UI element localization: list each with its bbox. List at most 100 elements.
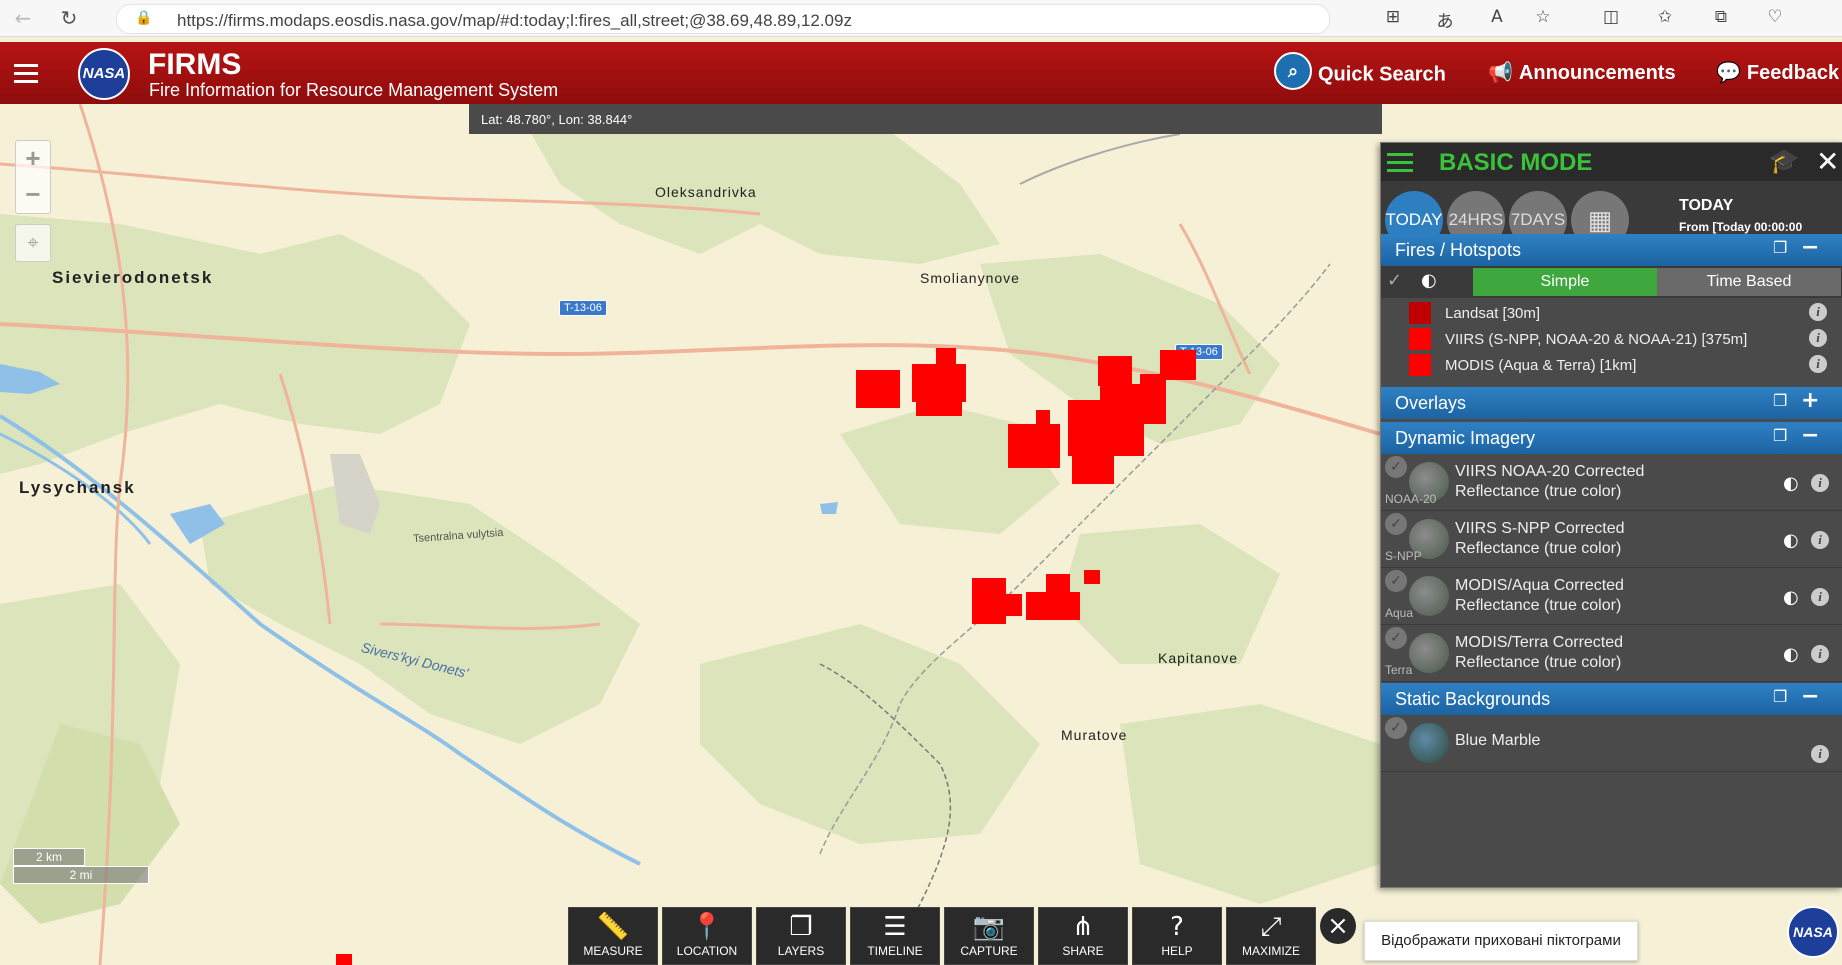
fire-hotspot[interactable]: [1002, 594, 1022, 616]
fire-hotspot[interactable]: [1098, 356, 1132, 386]
checkmark-icon[interactable]: ✓: [1385, 570, 1407, 592]
measure-button[interactable]: 📏 MEASURE: [568, 907, 658, 965]
quick-search-button[interactable]: ⌕ Quick Search: [1274, 52, 1446, 90]
zoom-out-button[interactable]: −: [16, 177, 50, 213]
expand-icon[interactable]: +: [1801, 388, 1819, 413]
mode-time-based-tab[interactable]: Time Based: [1657, 268, 1841, 296]
browser-essentials-icon[interactable]: ♡: [1762, 7, 1788, 29]
section-fires-hotspots[interactable]: Fires / Hotspots ❐ −: [1381, 234, 1842, 266]
fire-layer-item[interactable]: MODIS (Aqua & Terra) [1km] i: [1381, 352, 1842, 378]
imagery-layer-item[interactable]: ✓ NOAA-20 VIIRS NOAA-20 Corrected Reflec…: [1381, 454, 1842, 511]
fire-hotspot[interactable]: [336, 954, 352, 965]
contrast-icon[interactable]: ◐: [1783, 473, 1799, 494]
quick-search-label: Quick Search: [1318, 63, 1446, 86]
copy-icon[interactable]: ❐: [1773, 238, 1787, 257]
imagery-layer-item[interactable]: ✓ S-NPP VIIRS S-NPP Corrected Reflectanc…: [1381, 511, 1842, 568]
announcements-button[interactable]: 📢 Announcements: [1488, 60, 1676, 85]
favorites-icon[interactable]: ✩: [1652, 7, 1678, 29]
contrast-icon[interactable]: ◐: [1421, 270, 1437, 291]
collapse-icon[interactable]: −: [1801, 235, 1819, 260]
info-icon[interactable]: i: [1811, 531, 1829, 549]
feedback-button[interactable]: 💬 Feedback: [1716, 60, 1839, 85]
panel-menu-icon[interactable]: [1387, 153, 1413, 177]
apps-icon[interactable]: ⊞: [1380, 7, 1406, 29]
info-icon[interactable]: i: [1811, 645, 1829, 663]
close-icon[interactable]: ✕: [1816, 145, 1839, 178]
scale-km: 2 km: [13, 848, 85, 866]
location-button[interactable]: 📍 LOCATION: [662, 907, 752, 965]
mode-simple-tab[interactable]: Simple: [1473, 268, 1657, 296]
info-icon[interactable]: i: [1811, 588, 1829, 606]
time-range-title: TODAY: [1679, 197, 1734, 214]
menu-icon[interactable]: [14, 64, 38, 88]
checkmark-icon[interactable]: ✓: [1387, 270, 1413, 294]
info-icon[interactable]: i: [1809, 303, 1827, 321]
fire-layer-item[interactable]: VIIRS (S-NPP, NOAA-20 & NOAA-21) [375m] …: [1381, 326, 1842, 352]
tool-label: MAXIMIZE: [1241, 944, 1300, 958]
fire-hotspot[interactable]: [1036, 410, 1050, 428]
nasa-logo-small[interactable]: NASA: [1787, 906, 1839, 958]
fire-hotspot[interactable]: [936, 348, 956, 368]
read-aloud-icon[interactable]: A: [1484, 7, 1510, 29]
info-icon[interactable]: i: [1809, 355, 1827, 373]
background-layer-item[interactable]: ✓ Blue Marble i: [1381, 715, 1842, 772]
app-title: FIRMS: [148, 48, 242, 81]
split-screen-icon[interactable]: ◫: [1598, 7, 1624, 29]
layers-button[interactable]: ❐ LAYERS: [756, 907, 846, 965]
contrast-icon[interactable]: ◐: [1783, 644, 1799, 665]
translate-icon[interactable]: あ: [1432, 7, 1458, 32]
lock-icon[interactable]: 🔒: [135, 10, 152, 26]
nasa-logo[interactable]: NASA: [78, 48, 130, 100]
checkmark-icon[interactable]: ✓: [1385, 717, 1407, 739]
checkmark-icon[interactable]: ✓: [1385, 627, 1407, 649]
fire-layer-label: MODIS (Aqua & Terra) [1km]: [1445, 357, 1637, 374]
contrast-icon[interactable]: ◐: [1783, 530, 1799, 551]
contrast-icon[interactable]: ◐: [1783, 587, 1799, 608]
info-icon[interactable]: i: [1809, 329, 1827, 347]
timeline-button[interactable]: ☰ TIMELINE: [850, 907, 940, 965]
help-button[interactable]: ? HELP: [1132, 907, 1222, 965]
fire-hotspot[interactable]: [1008, 424, 1060, 468]
graduation-cap-icon[interactable]: 🎓: [1769, 147, 1799, 175]
info-icon[interactable]: i: [1811, 474, 1829, 492]
fire-hotspot[interactable]: [1160, 350, 1196, 380]
fire-hotspot[interactable]: [972, 578, 1006, 624]
fire-hotspot[interactable]: [1122, 422, 1144, 448]
reload-icon[interactable]: ↻: [56, 5, 82, 31]
checkmark-icon[interactable]: ✓: [1385, 513, 1407, 535]
fire-hotspot[interactable]: [916, 396, 962, 416]
fire-hotspot[interactable]: [1084, 570, 1100, 584]
favorite-star-icon[interactable]: ☆: [1530, 7, 1556, 29]
coordinate-readout: Lat: 48.780°, Lon: 38.844°: [469, 104, 1382, 134]
locate-button[interactable]: ⌖: [15, 224, 51, 262]
capture-button[interactable]: 📷 CAPTURE: [944, 907, 1034, 965]
copy-icon[interactable]: ❐: [1773, 391, 1787, 410]
collapse-icon[interactable]: −: [1801, 684, 1819, 709]
toolbar-close-icon[interactable]: ×: [1320, 908, 1356, 944]
app-subtitle: Fire Information for Resource Management…: [149, 80, 559, 100]
copy-icon[interactable]: ❐: [1773, 426, 1787, 445]
fire-hotspot[interactable]: [1026, 592, 1080, 620]
collapse-icon[interactable]: −: [1801, 423, 1819, 448]
maximize-button[interactable]: ⤢ MAXIMIZE: [1226, 907, 1316, 965]
fire-hotspot[interactable]: [1046, 574, 1070, 592]
fire-layer-item[interactable]: Landsat [30m] i: [1381, 300, 1842, 326]
share-button[interactable]: ⋔ SHARE: [1038, 907, 1128, 965]
section-dynamic-imagery[interactable]: Dynamic Imagery ❐ −: [1381, 422, 1842, 454]
back-icon[interactable]: ←: [10, 5, 36, 31]
zoom-in-button[interactable]: +: [16, 141, 50, 177]
imagery-layer-item[interactable]: ✓ Aqua MODIS/Aqua Corrected Reflectance …: [1381, 568, 1842, 625]
collections-icon[interactable]: ⧉: [1708, 7, 1734, 29]
copy-icon[interactable]: ❐: [1773, 687, 1787, 706]
checkmark-icon[interactable]: ✓: [1385, 456, 1407, 478]
fire-hotspot[interactable]: [856, 370, 900, 408]
fire-hotspot[interactable]: [1072, 454, 1114, 484]
imagery-layer-item[interactable]: ✓ Terra MODIS/Terra Corrected Reflectanc…: [1381, 625, 1842, 682]
section-static-backgrounds[interactable]: Static Backgrounds ❐ −: [1381, 683, 1842, 715]
layer-thumbnail: [1409, 633, 1449, 673]
url-text: https://firms.modaps.eosdis.nasa.gov/map…: [177, 11, 852, 30]
address-bar[interactable]: 🔒 https://firms.modaps.eosdis.nasa.gov/m…: [116, 4, 1330, 34]
section-overlays[interactable]: Overlays ❐ +: [1381, 387, 1842, 419]
tool-label: LOCATION: [676, 944, 738, 958]
info-icon[interactable]: i: [1811, 745, 1829, 763]
